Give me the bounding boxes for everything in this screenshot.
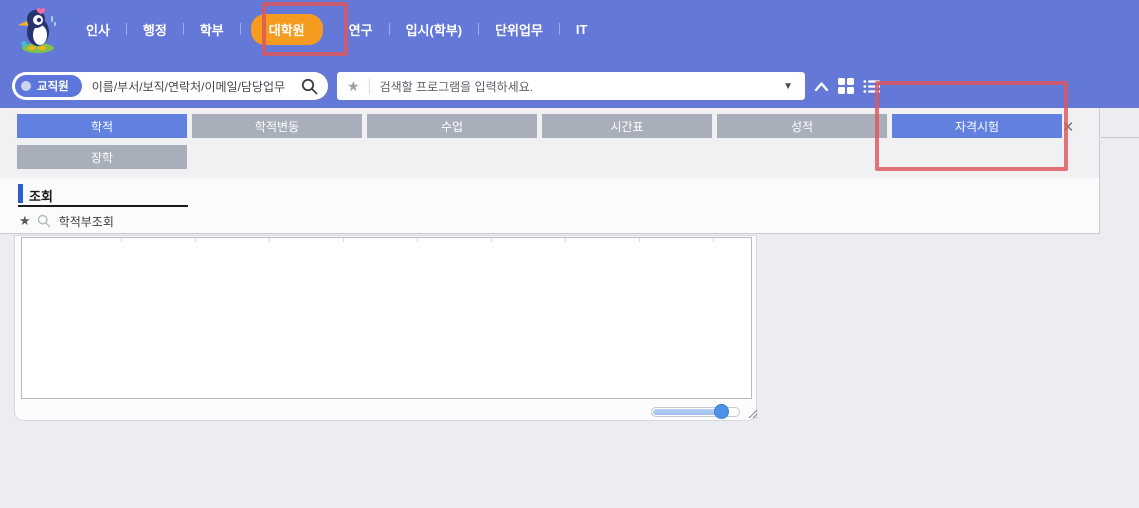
program-search-placeholder[interactable]: 검색할 프로그램을 입력하세요. [380,78,784,95]
tab-jagyeoksiheom[interactable]: 자격시험 [892,114,1062,138]
nav-item-danwi[interactable]: 단위업무 [479,20,559,39]
tab-janghak[interactable]: 장학 [17,145,187,169]
scrollbar-thumb[interactable] [714,404,729,419]
menu-tab-row-2: 장학 [17,145,187,169]
person-filter-toggle[interactable]: 교직원 [15,75,82,97]
menu-link-hakjeokbu-johoe[interactable]: 학적부조회 [59,213,114,230]
nav-item-it[interactable]: IT [560,22,604,37]
app-window: 인사 행정 학부 대학원 연구 입시(학부) 단위업무 IT 교직원 이름/부서… [0,0,1139,508]
chevron-up-icon[interactable] [814,81,829,92]
dropdown-arrow-icon[interactable]: ▼ [783,81,793,92]
tab-sueop[interactable]: 수업 [367,114,537,138]
close-icon[interactable]: ✕ [1057,116,1079,138]
menu-tab-row-1: 학적 학적변동 수업 시간표 성적 자격시험 [17,114,1062,138]
grid-view-icon[interactable] [838,78,854,94]
nav-item-insa[interactable]: 인사 [70,20,126,39]
list-view-icon[interactable] [863,79,880,94]
favorite-star-icon[interactable]: ★ [347,78,360,95]
nav-item-haengjeong[interactable]: 행정 [127,20,183,39]
app-logo-penguin-icon[interactable] [14,6,60,54]
search-icon[interactable] [301,78,318,95]
section-underline [18,205,188,207]
section-title: 조회 [29,186,53,205]
favorite-star-icon[interactable]: ★ [19,213,31,229]
section-accent-bar [18,184,23,203]
nav-item-hakbu[interactable]: 학부 [184,20,240,39]
toggle-dot-icon [21,81,31,91]
person-filter-label: 교직원 [37,78,69,94]
tab-seongjeok[interactable]: 성적 [717,114,887,138]
person-search-placeholder[interactable]: 이름/부서/보직/연락처/이메일/담당업무 [92,78,301,95]
empty-data-grid[interactable] [21,237,752,399]
page-divider-line [1101,137,1139,138]
person-search-box[interactable]: 교직원 이름/부서/보직/연락처/이메일/담당업무 [12,72,328,100]
nav-item-ipsi[interactable]: 입시(학부) [390,20,479,39]
menu-link-row[interactable]: ★ 학적부조회 [19,212,114,230]
search-toolbar: 교직원 이름/부서/보직/연락처/이메일/담당업무 ★ 검색할 프로그램을 입력… [0,58,1139,108]
nav-item-yeongu[interactable]: 연구 [333,20,389,39]
tab-hakjeok[interactable]: 학적 [17,114,187,138]
tab-hakjeok-byeondong[interactable]: 학적변동 [192,114,362,138]
nav-item-daehakwon-active[interactable]: 대학원 [251,14,323,45]
search-small-icon [37,214,51,228]
grid-column-ticks [48,238,747,242]
menu-tabs-area: 학적 학적변동 수업 시간표 성적 자격시험 ✕ 장학 [0,108,1099,178]
toolbar-view-icons [814,72,880,100]
resize-grip-icon[interactable] [745,406,758,419]
top-nav-bar: 인사 행정 학부 대학원 연구 입시(학부) 단위업무 IT [0,0,1139,58]
nav-separator [240,23,241,35]
main-menu: 인사 행정 학부 대학원 연구 입시(학부) 단위업무 IT [70,0,603,58]
separator [369,78,370,94]
program-search-box[interactable]: ★ 검색할 프로그램을 입력하세요. ▼ [337,72,805,100]
scrollbar-fill [653,409,723,415]
horizontal-scrollbar[interactable] [651,407,740,417]
content-card [14,235,757,421]
menu-dropdown-panel: 학적 학적변동 수업 시간표 성적 자격시험 ✕ 장학 조회 ★ 학적부조회 [0,108,1100,234]
tab-sigantpyo[interactable]: 시간표 [542,114,712,138]
